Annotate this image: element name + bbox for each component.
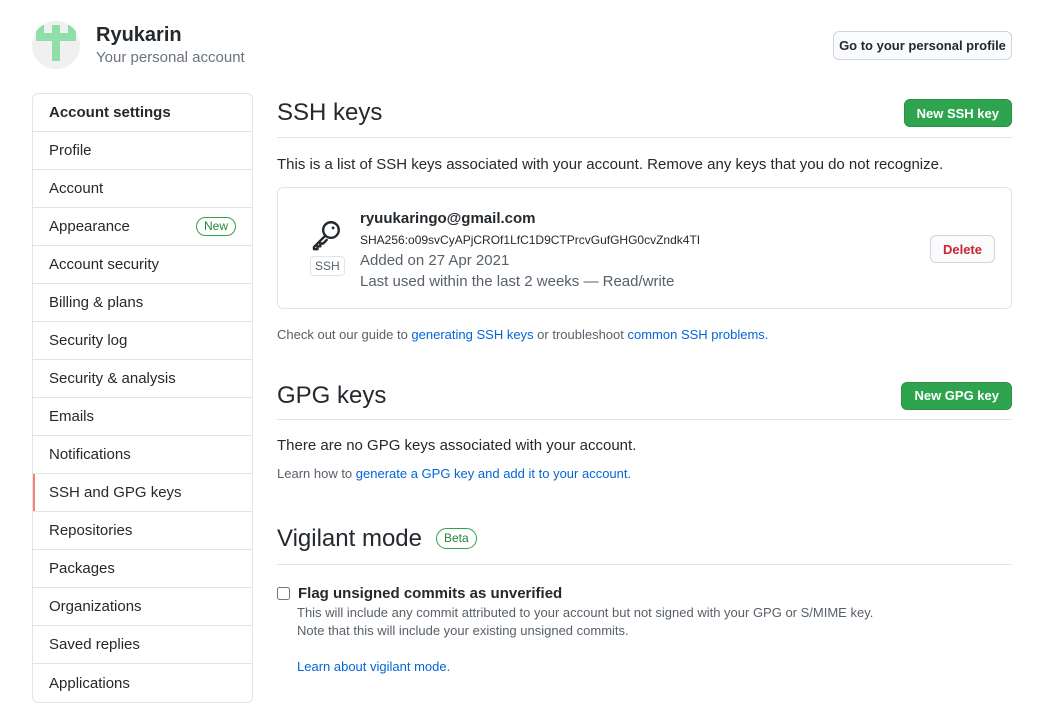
ssh-keys-section: SSH keys New SSH key This is a list of S… [277,93,1012,342]
main-content: SSH keys New SSH key This is a list of S… [277,93,1012,676]
account-header: Ryukarin Your personal account [32,21,245,69]
sidebar-item-label: Saved replies [49,636,140,653]
sidebar-item-label: SSH and GPG keys [49,484,182,501]
sidebar-item-emails[interactable]: Emails [33,398,252,436]
key-last-used: Last used within the last 2 weeks — Read… [360,273,675,290]
sidebar-item-label: Packages [49,560,115,577]
vigilant-mode-title-text: Vigilant mode [277,524,422,552]
sidebar-item-notifications[interactable]: Notifications [33,436,252,474]
sidebar-item-label: Security & analysis [49,370,176,387]
ssh-key-item: SSH ryuukaringo@gmail.com SHA256:o09svCy… [277,187,1012,309]
sidebar-item-security-log[interactable]: Security log [33,322,252,360]
key-fingerprint: SHA256:o09svCyAPjCROf1LfC1D9CTPrcvGufGHG… [360,233,701,247]
sidebar-heading: Account settings [33,94,252,132]
ssh-guide-note: Check out our guide to generating SSH ke… [277,327,1012,342]
sidebar-item-label: Repositories [49,522,133,539]
avatar[interactable] [32,21,80,69]
guide-text: or troubleshoot [533,327,628,342]
new-badge: New [195,217,236,236]
common-ssh-problems-link[interactable]: common SSH problems. [628,327,769,342]
sidebar-item-label: Account [49,180,104,197]
vigilant-mode-section: Vigilant mode Beta Flag unsigned commits… [277,521,1012,676]
sidebar-item-applications[interactable]: Applications [33,664,252,702]
learn-vigilant-mode-link[interactable]: Learn about vigilant mode. [297,659,450,674]
gpg-keys-section: GPG keys New GPG key There are no GPG ke… [277,380,1012,481]
vigilant-desc-line: Note that this will include your existin… [297,623,629,638]
sidebar-item-packages[interactable]: Packages [33,550,252,588]
generate-gpg-key-link[interactable]: generate a GPG key and add it to your ac… [356,466,631,481]
sidebar-item-profile[interactable]: Profile [33,132,252,170]
vigilant-option: Flag unsigned commits as unverified [277,585,1012,602]
sidebar-item-label: Applications [49,674,130,692]
vigilant-desc-line: This will include any commit attributed … [297,605,874,620]
key-added-date: Added on 27 Apr 2021 [360,252,510,269]
ssh-keys-description: This is a list of SSH keys associated wi… [277,156,944,173]
guide-text: Check out our guide to [277,327,412,342]
new-gpg-key-button[interactable]: New GPG key [901,381,1012,410]
delete-key-button[interactable]: Delete [929,235,995,263]
flag-unsigned-commits-label[interactable]: Flag unsigned commits as unverified [298,585,562,602]
new-ssh-key-button[interactable]: New SSH key [903,99,1012,127]
generating-ssh-keys-link[interactable]: generating SSH keys [411,327,533,342]
key-type-label: SSH [310,256,345,276]
user-name[interactable]: Ryukarin [96,22,245,48]
vigilant-mode-header: Vigilant mode Beta [277,521,1012,565]
sidebar-item-security-analysis[interactable]: Security & analysis [33,360,252,398]
sidebar-item-label: Organizations [49,598,142,615]
sidebar-item-saved-replies[interactable]: Saved replies [33,626,252,664]
flag-unsigned-commits-checkbox[interactable] [277,587,290,600]
ssh-keys-header: SSH keys New SSH key [277,93,1012,138]
gpg-learn-note: Learn how to generate a GPG key and add … [277,466,1012,481]
sidebar-item-label: Billing & plans [49,294,144,311]
sidebar-item-repositories[interactable]: Repositories [33,512,252,550]
gpg-keys-header: GPG keys New GPG key [277,380,1012,420]
vigilant-description: This will include any commit attributed … [297,604,1012,676]
sidebar-item-appearance[interactable]: Appearance New [33,208,252,246]
go-to-profile-button[interactable]: Go to your personal profile [833,31,1012,60]
identicon-icon [32,21,80,69]
sidebar-item-account[interactable]: Account [33,170,252,208]
sidebar-item-label: Profile [49,142,92,159]
sidebar-item-label: Emails [49,408,95,425]
sidebar-item-label: Notifications [49,446,131,463]
learn-text: Learn how to [277,466,356,481]
key-title: ryuukaringo@gmail.com [360,210,536,227]
sidebar-item-label: Account security [49,256,160,273]
sidebar-item-billing[interactable]: Billing & plans [33,284,252,322]
vigilant-mode-title: Vigilant mode Beta [277,525,477,553]
sidebar-item-label: Security log [49,332,128,349]
beta-badge: Beta [435,528,477,549]
key-icon [308,218,344,255]
account-type: Your personal account [96,49,245,66]
settings-sidebar: Account settings Profile Account Appeara… [32,93,253,703]
sidebar-item-label: Appearance [49,218,130,235]
gpg-empty-text: There are no GPG keys associated with yo… [277,437,637,454]
sidebar-item-ssh-gpg-keys[interactable]: SSH and GPG keys [33,474,252,512]
sidebar-item-account-security[interactable]: Account security [33,246,252,284]
sidebar-item-organizations[interactable]: Organizations [33,588,252,626]
ssh-keys-title: SSH keys [277,99,383,126]
gpg-keys-title: GPG keys [277,381,387,409]
